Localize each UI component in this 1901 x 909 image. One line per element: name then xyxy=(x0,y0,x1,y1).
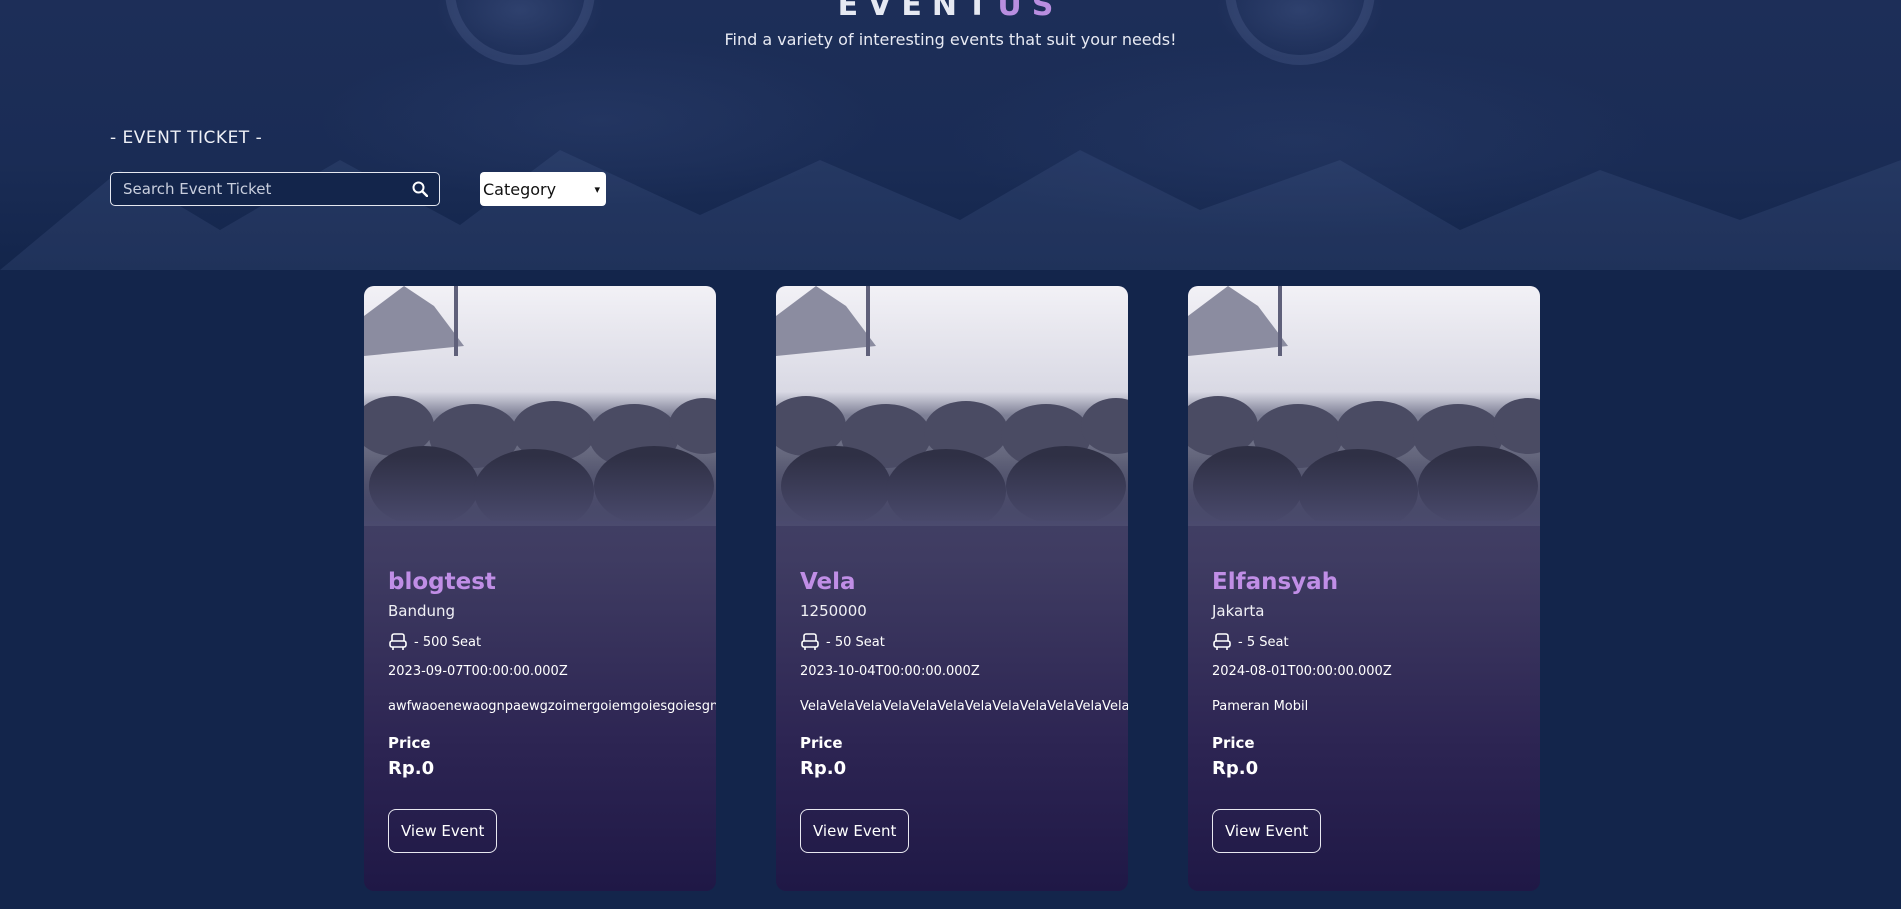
search-box xyxy=(110,172,440,206)
event-description: VelaVelaVelaVelaVelaVelaVelaVelaVelaVela… xyxy=(800,699,1128,714)
category-select[interactable]: Category ▾ xyxy=(480,172,606,206)
event-seats-label: - 5 Seat xyxy=(1238,634,1289,650)
event-price: Rp.0 xyxy=(388,758,435,779)
event-date: 2023-10-04T00:00:00.000Z xyxy=(800,664,980,679)
event-location: Bandung xyxy=(388,602,456,620)
price-label: Price xyxy=(1212,734,1255,752)
event-card: Elfansyah Jakarta - 5 Seat 2024-08-01T00… xyxy=(1188,286,1540,891)
search-input[interactable] xyxy=(123,180,411,198)
event-location: 1250000 xyxy=(800,602,867,620)
event-price: Rp.0 xyxy=(1212,758,1259,779)
event-location: Jakarta xyxy=(1212,602,1265,620)
image-fade xyxy=(1188,456,1540,526)
brand-main: EVENT xyxy=(837,0,998,23)
brand-logo: EVENTUS xyxy=(0,0,1901,23)
event-price: Rp.0 xyxy=(800,758,847,779)
search-icon[interactable] xyxy=(411,180,429,198)
event-title[interactable]: blogtest xyxy=(388,568,716,596)
event-card: Vela 1250000 - 50 Seat 2023-10-04T00:00:… xyxy=(776,286,1128,891)
price-label: Price xyxy=(388,734,431,752)
chevron-down-icon: ▾ xyxy=(594,182,600,196)
category-selected-value: Category xyxy=(483,179,557,199)
event-card-body: Elfansyah Jakarta - 5 Seat 2024-08-01T00… xyxy=(1212,568,1540,853)
event-seats-label: - 500 Seat xyxy=(414,634,482,650)
event-title[interactable]: Vela xyxy=(800,568,1128,596)
event-seats: - 5 Seat xyxy=(1212,632,1540,652)
seat-icon xyxy=(1213,633,1231,650)
event-card: blogtest Bandung - 500 Seat 2023-09-07T0… xyxy=(364,286,716,891)
tagline: Find a variety of interesting events tha… xyxy=(724,30,1177,49)
seat-icon xyxy=(389,633,407,650)
view-event-button[interactable]: View Event xyxy=(388,809,498,853)
event-description: awfwaoenewaognpaewgzoimergoiemgoiesgoies… xyxy=(388,699,716,714)
event-seats-label: - 50 Seat xyxy=(826,634,885,650)
page: EVENTUS Find a variety of interesting ev… xyxy=(0,0,1901,909)
view-event-button[interactable]: View Event xyxy=(1212,809,1322,853)
event-seats: - 50 Seat xyxy=(800,632,1128,652)
section-title: - EVENT TICKET - xyxy=(110,128,263,148)
event-seats: - 500 Seat xyxy=(388,632,716,652)
event-date: 2024-08-01T00:00:00.000Z xyxy=(1212,664,1392,679)
event-card-body: blogtest Bandung - 500 Seat 2023-09-07T0… xyxy=(388,568,716,853)
seat-icon xyxy=(801,633,819,650)
event-card-body: Vela 1250000 - 50 Seat 2023-10-04T00:00:… xyxy=(800,568,1128,853)
price-label: Price xyxy=(800,734,843,752)
event-date: 2023-09-07T00:00:00.000Z xyxy=(388,664,568,679)
event-title[interactable]: Elfansyah xyxy=(1212,568,1540,596)
event-description: Pameran Mobil xyxy=(1212,699,1309,714)
image-fade xyxy=(364,456,716,526)
brand-accent: US xyxy=(997,0,1064,23)
image-fade xyxy=(776,456,1128,526)
view-event-button[interactable]: View Event xyxy=(800,809,910,853)
